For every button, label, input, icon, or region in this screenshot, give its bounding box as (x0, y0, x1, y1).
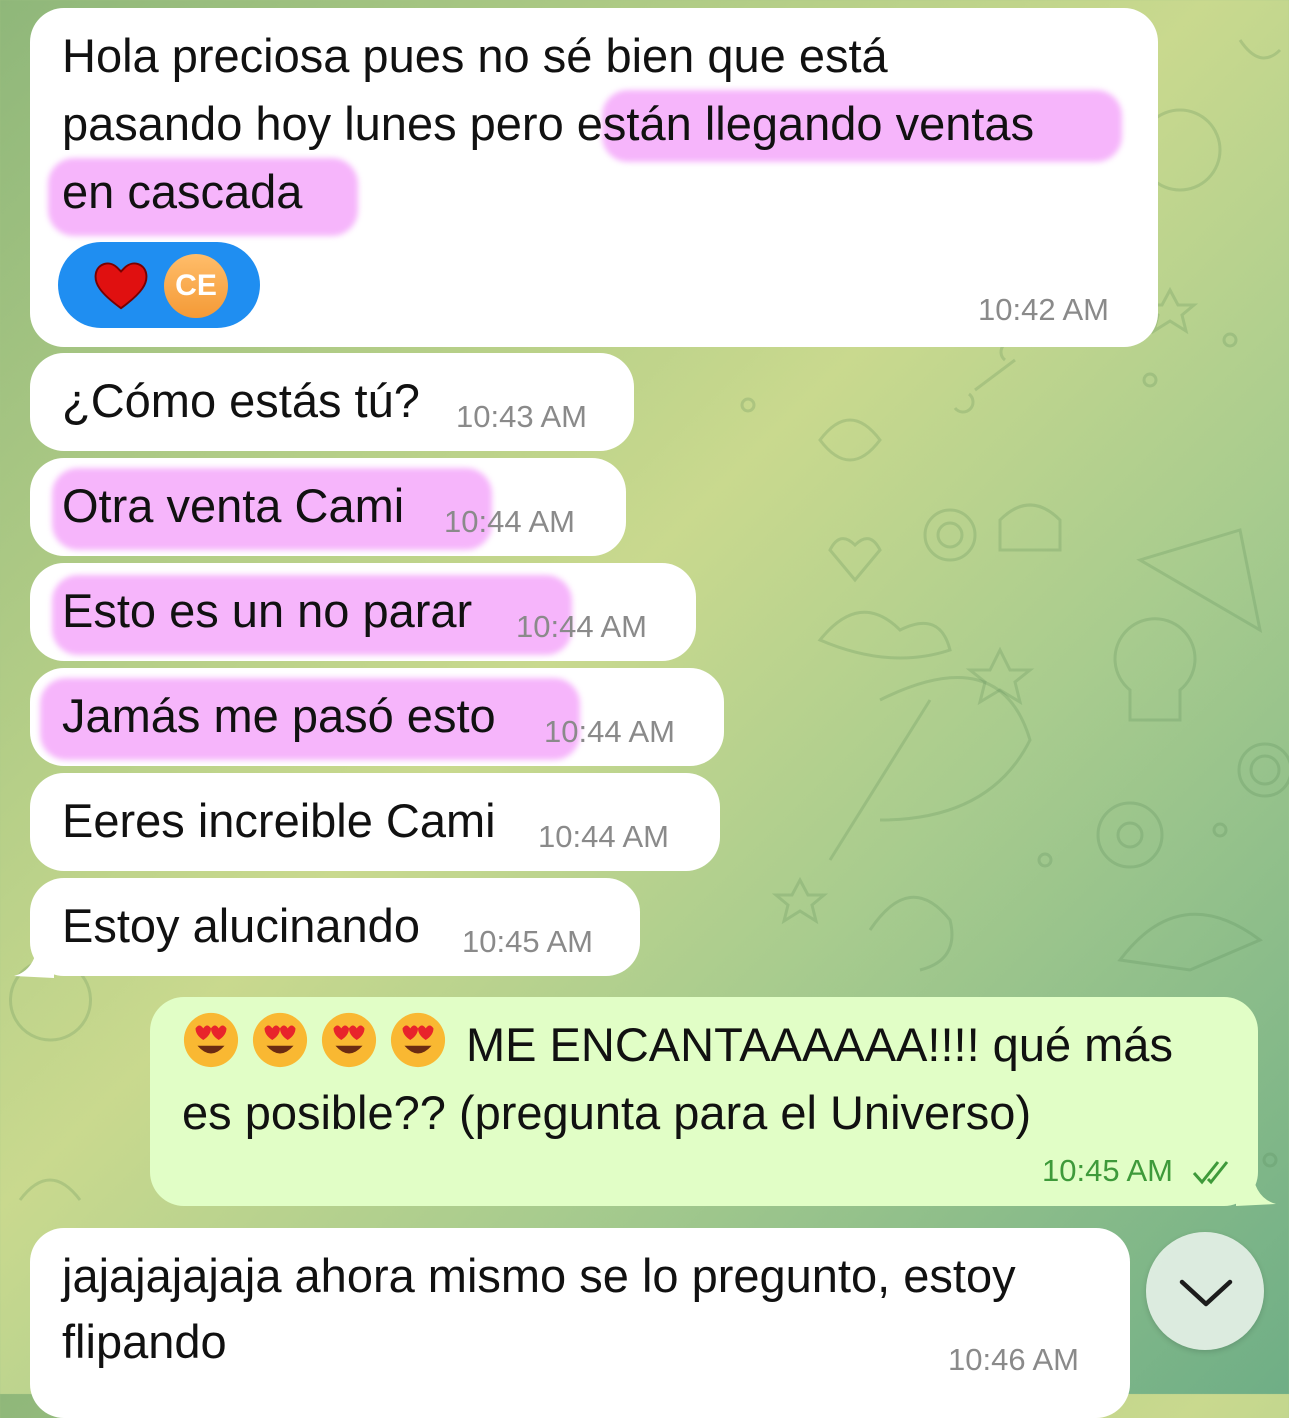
message-time: 10:42 AM (978, 292, 1109, 327)
heart-eyes-emoji-icon (252, 1012, 308, 1068)
message-bubble[interactable]: Hola preciosa pues no sé bien que está p… (30, 8, 1158, 347)
message-time: 10:44 AM (516, 609, 647, 644)
message-text: Estoy alucinando (62, 899, 420, 952)
message-text: Jamás me pasó esto (62, 689, 496, 742)
heart-eyes-emoji-icon (183, 1012, 239, 1068)
message-time: 10:43 AM (456, 399, 587, 434)
message-text: jajajajajaja ahora mismo se lo pregunto,… (62, 1249, 1016, 1302)
message-bubble[interactable]: Otra venta Cami 10:44 AM (30, 458, 626, 556)
double-check-icon (1192, 1161, 1229, 1185)
message-bubble[interactable]: Jamás me pasó esto 10:44 AM (30, 668, 724, 766)
scroll-to-bottom-button[interactable] (1146, 1232, 1264, 1350)
message-bubble[interactable]: Eeres increible Cami 10:44 AM (30, 773, 720, 871)
message-time: 10:45 AM (1042, 1153, 1173, 1188)
message-bubble[interactable]: Estoy alucinando 10:45 AM (30, 878, 640, 976)
message-bubble-outgoing[interactable]: ME ENCANTAAAAAA!!!! qué más es posible??… (150, 997, 1258, 1206)
chevron-down-icon (1179, 1279, 1233, 1307)
message-text: Hola preciosa pues no sé bien que está (62, 29, 888, 82)
heart-eyes-emoji-icon (390, 1012, 446, 1068)
message-text: Eeres increible Cami (62, 794, 496, 847)
message-text-line: ME ENCANTAAAAAA!!!! qué más (466, 1018, 1173, 1071)
message-text-highlighted: en cascada (62, 165, 303, 218)
message-time: 10:45 AM (462, 924, 593, 959)
message-time: 10:44 AM (444, 504, 575, 539)
avatar[interactable]: CE (164, 254, 228, 318)
heart-eyes-emoji-icon (321, 1012, 377, 1068)
message-text: ME ENCANTAAAAAA!!!! qué más (182, 1011, 1173, 1079)
message-time: 10:44 AM (544, 714, 675, 749)
message-text: Otra venta Cami (62, 479, 405, 532)
message-bubble[interactable]: Esto es un no parar 10:44 AM (30, 563, 696, 661)
message-bubble[interactable]: ¿Cómo estás tú? 10:43 AM (30, 353, 634, 451)
message-text: es posible?? (pregunta para el Universo) (182, 1086, 1032, 1139)
message-text: ¿Cómo estás tú? (62, 374, 420, 427)
message-text: Esto es un no parar (62, 584, 473, 637)
message-time: 10:44 AM (538, 819, 669, 854)
message-text-plain: pasando hoy lunes pero (62, 97, 577, 150)
message-text-highlighted: están llegando ventas (576, 97, 1035, 150)
reaction-pill[interactable]: CE (58, 242, 260, 328)
message-time: 10:46 AM (948, 1342, 1079, 1377)
heart-icon (94, 262, 148, 310)
message-text: pasando hoy lunes pero están llegando ve… (62, 90, 1034, 158)
message-bubble[interactable]: jajajajajaja ahora mismo se lo pregunto,… (30, 1228, 1130, 1418)
message-text: flipando (62, 1315, 227, 1368)
